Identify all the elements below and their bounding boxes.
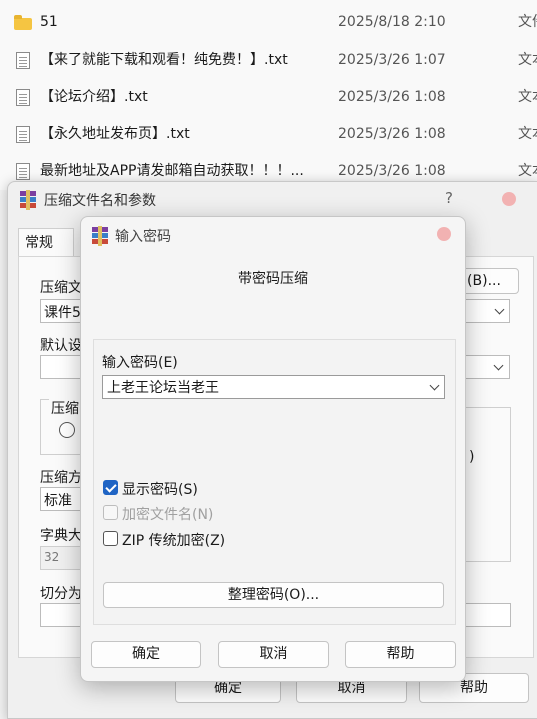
list-item[interactable]: 【永久地址发布页】.txt 2025/3/26 1:08 文本	[0, 116, 537, 153]
text-file-icon	[16, 163, 30, 180]
file-type: 文件	[518, 14, 537, 30]
help-button-label: 帮助	[460, 680, 488, 696]
file-date: 2025/3/26 1:07	[338, 52, 446, 68]
password-input[interactable]: 上老王论坛当老王	[102, 375, 445, 399]
split-label: 切分为	[40, 586, 82, 602]
method-value: 标准	[44, 493, 72, 509]
text-file-icon	[16, 126, 30, 143]
option-fragment: )	[469, 449, 475, 465]
list-item[interactable]: 【来了就能下载和观看！纯免费！】.txt 2025/3/26 1:07 文本	[0, 42, 537, 79]
method-label: 压缩方	[40, 470, 82, 486]
chevron-down-icon	[494, 304, 505, 315]
organize-passwords-label: 整理密码(O)...	[227, 587, 320, 603]
help-button-label: 帮助	[386, 646, 415, 662]
help-icon[interactable]: ?	[445, 189, 453, 207]
show-password-label: 显示密码(S)	[122, 482, 198, 498]
password-group: 输入密码(E) 上老王论坛当老王 显示密码(S) 加密文件名(N) ZIP 传统…	[93, 339, 456, 625]
file-name: 【来了就能下载和观看！纯免费！】.txt	[40, 52, 288, 68]
dialog-heading: 带密码压缩	[238, 271, 308, 287]
ok-button[interactable]: 确定	[91, 641, 201, 668]
browse-button-label: (B)...	[467, 273, 501, 289]
archive-name-label: 压缩文	[40, 280, 82, 296]
file-date: 2025/3/26 1:08	[338, 89, 446, 105]
file-name: 【永久地址发布页】.txt	[40, 126, 190, 142]
dictionary-value: 32	[44, 550, 60, 564]
cancel-button[interactable]: 取消	[218, 641, 329, 668]
password-value: 上老王论坛当老王	[107, 380, 219, 396]
file-type: 文本	[518, 52, 537, 68]
password-label: 输入密码(E)	[102, 355, 178, 371]
file-name: 【论坛介绍】.txt	[40, 89, 148, 105]
text-file-icon	[16, 89, 30, 106]
file-type: 文本	[518, 126, 537, 142]
options-group	[459, 407, 511, 562]
cancel-button-label: 取消	[337, 680, 366, 696]
close-icon[interactable]	[437, 227, 451, 241]
zip-legacy-label: ZIP 传统加密(Z)	[122, 533, 226, 549]
tab-general[interactable]: 常规	[18, 228, 74, 256]
file-date: 2025/3/26 1:08	[338, 126, 446, 142]
cancel-button-label: 取消	[259, 646, 288, 662]
list-item[interactable]: 51 2025/8/18 2:10 文件	[0, 4, 537, 41]
text-file-icon	[16, 52, 30, 69]
chevron-down-icon	[493, 360, 504, 371]
encrypt-filenames-label: 加密文件名(N)	[122, 507, 214, 523]
default-profile-label: 默认设	[40, 338, 82, 354]
dialog-title: 压缩文件名和参数	[44, 193, 156, 209]
encrypt-filenames-checkbox[interactable]	[103, 505, 118, 520]
chevron-down-icon[interactable]	[429, 380, 440, 391]
format-group-label: 压缩	[49, 398, 81, 418]
dialog-title: 输入密码	[115, 229, 171, 245]
organize-passwords-button[interactable]: 整理密码(O)...	[103, 582, 444, 608]
dictionary-label: 字典大	[40, 528, 82, 544]
list-item[interactable]: 【论坛介绍】.txt 2025/3/26 1:08 文本	[0, 79, 537, 116]
archive-name-value: 课件5	[44, 305, 81, 321]
winrar-icon	[92, 226, 108, 246]
file-list: 51 2025/8/18 2:10 文件 【来了就能下载和观看！纯免费！】.tx…	[0, 0, 537, 190]
file-name: 51	[40, 14, 58, 30]
password-dialog: 输入密码 带密码压缩 输入密码(E) 上老王论坛当老王 显示密码(S) 加密文件…	[80, 216, 466, 682]
show-password-checkbox[interactable]	[103, 480, 118, 495]
ok-button-label: 确定	[132, 646, 160, 662]
file-type: 文本	[518, 89, 537, 105]
winrar-icon	[20, 190, 36, 210]
split-unit-field[interactable]	[459, 603, 511, 627]
help-button[interactable]: 帮助	[345, 641, 456, 668]
zip-legacy-checkbox[interactable]	[103, 531, 118, 546]
folder-icon	[14, 15, 32, 30]
file-date: 2025/8/18 2:10	[338, 14, 446, 30]
ok-button-label: 确定	[214, 680, 242, 696]
format-radio[interactable]	[59, 422, 75, 438]
close-icon[interactable]	[502, 192, 516, 206]
